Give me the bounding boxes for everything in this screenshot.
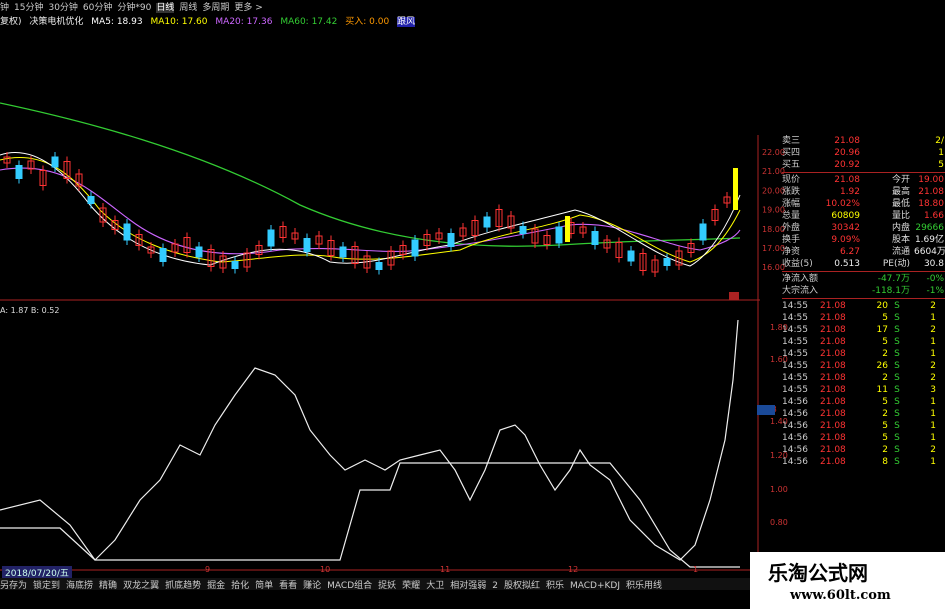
ma10-value: MA10: 17.60 bbox=[150, 17, 208, 27]
indicator-tab-bar: 另存为 锁定到 海底捞 精确 双龙之翼 抓底趋势 掘金 拾化 简单 看看 赚论 MACD组合 捉妖 荣耀大… bbox=[0, 578, 760, 591]
indicator-tab-5[interactable]: 抓底趋势 bbox=[165, 581, 201, 591]
indicator-tab-7[interactable]: 拾化 bbox=[231, 581, 249, 591]
indicator-tab-1[interactable]: 锁定到 bbox=[33, 581, 60, 591]
indicator-a-line bbox=[0, 319, 739, 561]
ma5-value: MA5: 18.93 bbox=[91, 17, 143, 27]
period-tab-0[interactable]: 钟 bbox=[0, 3, 9, 13]
quote-stat-row: 现价 21.08 今开 19.00 bbox=[782, 175, 944, 185]
indicator-tab-15[interactable]: 相对强弱 bbox=[450, 581, 486, 591]
indicator-tab-12[interactable]: 捉妖 bbox=[378, 581, 396, 591]
buy-value: 买入: 0.00 bbox=[345, 17, 390, 27]
order-book-row: 买四 20.96 1 bbox=[782, 148, 944, 158]
money-flow-row: 大宗流入 -118.1万 -1% bbox=[782, 286, 944, 296]
divider bbox=[782, 298, 945, 299]
indicator-b-line bbox=[0, 462, 740, 568]
time-tick-label: 1 bbox=[693, 565, 699, 574]
quote-panel: 卖三 21.08 2/买四 20.96 1 买五 20.92 5 现价 21.08 今开 19.00 涨… bbox=[782, 135, 945, 468]
indicator-tab-20[interactable]: 积乐用线 bbox=[626, 581, 662, 591]
period-tab-7[interactable]: 多周期 bbox=[202, 3, 229, 13]
time-tick-label: 9 bbox=[205, 565, 211, 574]
quote-stat-row: 收益(5) 0.513 PE(动) 30.8 bbox=[782, 259, 944, 269]
indicator-tab-2[interactable]: 海底捞 bbox=[66, 581, 93, 591]
period-toolbar: 钟 15分钟 30分钟 60分钟 分钟*90 日线 周线 多周期 更多 > bbox=[0, 0, 300, 13]
period-tab-3[interactable]: 60分钟 bbox=[83, 3, 112, 13]
tick-row: 14:56 21.08 5 S 1 bbox=[782, 433, 936, 443]
indicator-tab-16[interactable]: 2 bbox=[492, 581, 498, 591]
indicator-tab-14[interactable]: 大卫 bbox=[426, 581, 444, 591]
period-tab-2[interactable]: 30分钟 bbox=[48, 3, 77, 13]
indicator-tab-3[interactable]: 精确 bbox=[99, 581, 117, 591]
indicator-tab-10[interactable]: 赚论 bbox=[303, 581, 321, 591]
indicator-tab-18[interactable]: 积乐 bbox=[546, 581, 564, 591]
limit-up-marker bbox=[729, 292, 739, 300]
ma20-value: MA20: 17.36 bbox=[215, 17, 273, 27]
indicator-tab-9[interactable]: 看看 bbox=[279, 581, 297, 591]
tick-row: 14:56 21.08 2 S 2 bbox=[782, 445, 936, 455]
order-book-row: 买五 20.92 5 bbox=[782, 160, 944, 170]
quote-stat-row: 净资 6.27 流通 6604万 bbox=[782, 247, 945, 257]
tick-row: 14:55 21.08 2 S 1 bbox=[782, 349, 936, 359]
ma60-value: MA60: 17.42 bbox=[280, 17, 338, 27]
formula-name: 决策电机优化 bbox=[29, 17, 84, 27]
time-tick-label: 10 bbox=[320, 565, 331, 574]
ma10-line bbox=[0, 156, 741, 263]
quote-stat-row: 总量 60809 量比 1.66 bbox=[782, 211, 944, 221]
tick-row: 14:55 21.08 17 S 2 bbox=[782, 325, 936, 335]
sub-indicator-legend: A: 1.87 B: 0.52 bbox=[0, 306, 60, 315]
current-value-marker bbox=[757, 405, 775, 415]
time-tick-label: 11 bbox=[440, 565, 451, 574]
sub-tick-label: 1.00 bbox=[770, 485, 788, 494]
indicator-tab-19[interactable]: MACD+KDJ bbox=[570, 581, 620, 591]
sub-tick-label: 0.80 bbox=[770, 518, 788, 527]
tick-row: 14:55 21.08 5 S 1 bbox=[782, 337, 936, 347]
tick-row: 14:55 21.08 2 S 2 bbox=[782, 373, 936, 383]
tick-row: 14:56 21.08 8 S 1 bbox=[782, 457, 936, 467]
tick-row: 14:56 21.08 2 S 1 bbox=[782, 409, 936, 419]
period-tab-4[interactable]: 分钟*90 bbox=[117, 3, 151, 13]
divider bbox=[782, 271, 945, 272]
tick-row: 14:56 21.08 5 S 1 bbox=[782, 397, 936, 407]
watermark-url: www.60lt.com bbox=[790, 588, 891, 603]
watermark-title: 乐淘公式网 bbox=[768, 561, 868, 585]
ma5-line bbox=[0, 151, 741, 267]
quote-stat-row: 涨幅 10.02% 最低 18.80 bbox=[782, 199, 944, 209]
indicator-tab-11[interactable]: MACD组合 bbox=[327, 581, 372, 591]
tick-row: 14:55 21.08 20 S 2 bbox=[782, 301, 936, 311]
period-tab-8[interactable]: 更多 > bbox=[234, 3, 262, 13]
highlight-bar bbox=[733, 168, 738, 210]
period-tab-6[interactable]: 周线 bbox=[179, 3, 197, 13]
tick-row: 14:55 21.08 26 S 2 bbox=[782, 361, 936, 371]
indicator-tab-17[interactable]: 股权拟红 bbox=[504, 581, 540, 591]
follow-tag[interactable]: 跟风 bbox=[397, 17, 416, 27]
tick-row: 14:56 21.08 5 S 1 bbox=[782, 421, 936, 431]
period-tab-5[interactable]: 日线 bbox=[156, 3, 175, 13]
indicator-tab-8[interactable]: 简单 bbox=[255, 581, 273, 591]
time-tick-label: 12 bbox=[568, 565, 579, 574]
indicator-tab-0[interactable]: 另存为 bbox=[0, 581, 27, 591]
ma20-line bbox=[0, 167, 741, 255]
ma60-line bbox=[0, 102, 741, 247]
indicator-tab-13[interactable]: 荣耀 bbox=[402, 581, 420, 591]
tick-row: 14:55 21.08 11 S 3 bbox=[782, 385, 936, 395]
indicator-tab-4[interactable]: 双龙之翼 bbox=[123, 581, 159, 591]
highlight-bar bbox=[565, 216, 570, 242]
order-book-row: 卖三 21.08 2/ bbox=[782, 136, 944, 146]
adjust-label[interactable]: 复权) bbox=[0, 17, 22, 27]
candlesticks bbox=[3, 152, 738, 277]
divider bbox=[782, 172, 945, 173]
money-flow-row: 净流入额 -47.7万 -0% bbox=[782, 274, 944, 284]
watermark: 乐淘公式网 www.60lt.com bbox=[750, 552, 945, 609]
period-tab-1[interactable]: 15分钟 bbox=[14, 3, 43, 13]
ma-legend: 复权) 决策电机优化 MA5: 18.93 MA10: 17.60 MA20: … bbox=[0, 14, 416, 27]
indicator-tab-6[interactable]: 掘金 bbox=[207, 581, 225, 591]
tick-row: 14:55 21.08 5 S 1 bbox=[782, 313, 936, 323]
quote-stat-row: 换手 9.09% 股本 1.69亿 bbox=[782, 235, 944, 245]
quote-stat-row: 涨跌 1.92 最高 21.08 bbox=[782, 187, 944, 197]
quote-stat-row: 外盘 30342 内盘 29666 bbox=[782, 223, 944, 233]
